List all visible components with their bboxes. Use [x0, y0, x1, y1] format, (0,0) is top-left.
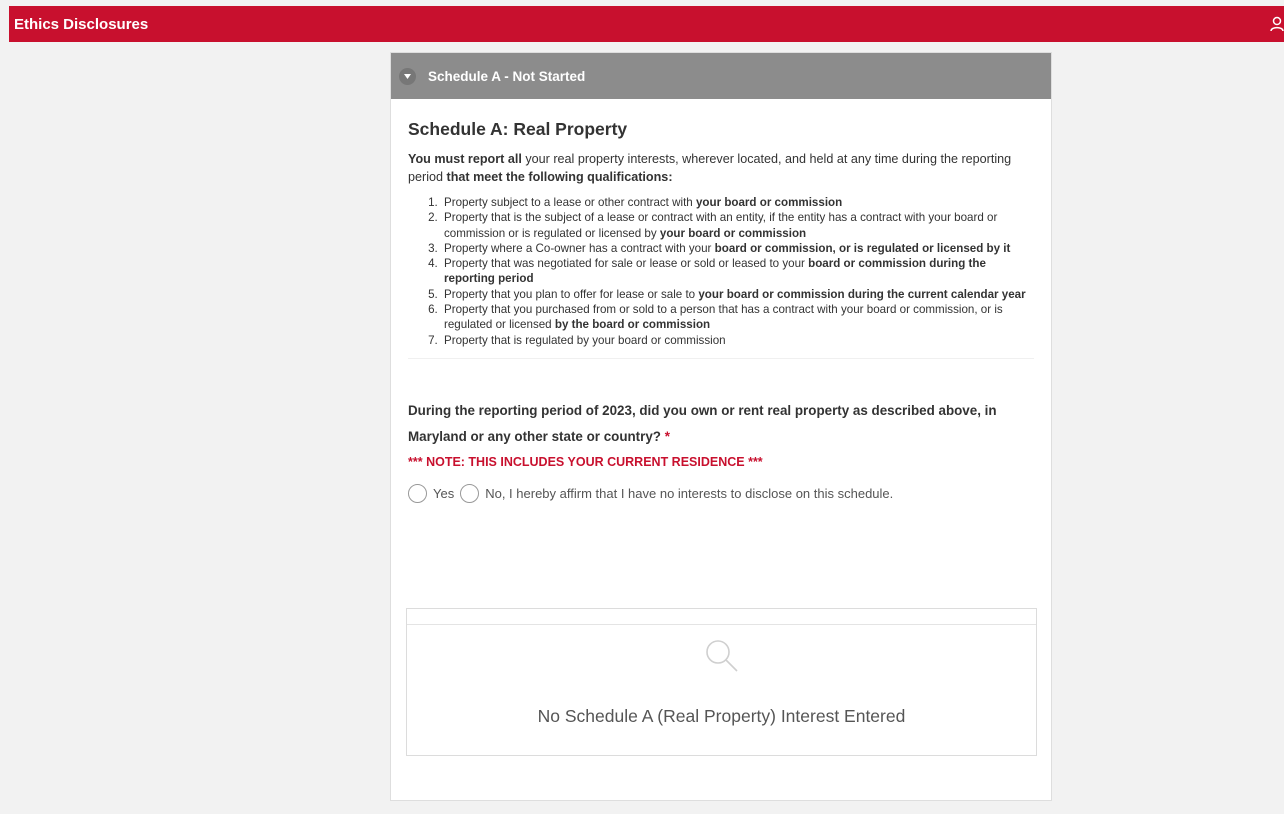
divider — [408, 357, 1034, 359]
qualification-text: Property subject to a lease or other con… — [444, 196, 696, 209]
qualification-item: Property that is regulated by your board… — [441, 333, 1034, 348]
qualification-text: Property that you purchased from or sold… — [444, 303, 1003, 332]
qualification-item: Property that you plan to offer for leas… — [441, 287, 1034, 302]
yes-radio[interactable] — [408, 483, 427, 503]
user-icon[interactable] — [1270, 16, 1284, 32]
top-bar: Ethics Disclosures — [9, 6, 1284, 42]
residence-note: *** NOTE: THIS INCLUDES YOUR CURRENT RES… — [408, 454, 763, 469]
qualification-item: Property subject to a lease or other con… — [441, 195, 1034, 210]
qualification-text: Property that you plan to offer for leas… — [444, 287, 699, 301]
intro-bold-tail: that meet the following qualifications: — [446, 170, 673, 184]
property-question: During the reporting period of 2023, did… — [408, 398, 1034, 450]
no-radio[interactable] — [460, 483, 480, 503]
qualification-text: Property that is regulated by your board… — [444, 333, 726, 347]
interests-empty-state: No Schedule A (Real Property) Interest E… — [406, 608, 1037, 756]
qualification-item: Property that was negotiated for sale or… — [441, 256, 1034, 287]
qualification-bold-text: your board or commission during the curr… — [698, 287, 1026, 301]
empty-state-strip — [407, 609, 1036, 625]
schedule-title: Schedule A: Real Property — [408, 119, 628, 139]
qualification-item: Property that is the subject of a lease … — [441, 210, 1034, 241]
qualification-text: Property that was negotiated for sale or… — [444, 257, 809, 271]
intro-bold-lead: You must report all — [408, 152, 522, 166]
chevron-down-icon[interactable] — [399, 67, 416, 85]
empty-state-message: No Schedule A (Real Property) Interest E… — [537, 706, 906, 726]
qualification-bold-text: your board or commission — [695, 196, 843, 209]
qualification-bold-text: by the board or commission — [554, 318, 711, 332]
qualification-bold-text: your board or commission — [659, 226, 807, 240]
qualifications-list: Property subject to a lease or other con… — [408, 195, 1034, 348]
qualification-bold-text: board or commission, or is regulated or … — [714, 241, 1011, 255]
yes-label[interactable]: Yes — [433, 486, 454, 501]
app-title: Ethics Disclosures — [14, 15, 149, 33]
section-header-toggle[interactable]: Schedule A - Not Started — [391, 53, 1051, 99]
no-label[interactable]: No, I hereby affirm that I have no inter… — [485, 486, 893, 501]
intro-paragraph: You must report all your real property i… — [408, 150, 1034, 186]
qualification-item: Property where a Co-owner has a contract… — [441, 241, 1034, 256]
section-content: Schedule A: Real Property You must repor… — [391, 119, 1051, 503]
required-mark: * — [660, 428, 670, 444]
qualification-item: Property that you purchased from or sold… — [441, 302, 1034, 333]
schedule-card: Schedule A - Not Started Schedule A: Rea… — [390, 52, 1052, 801]
question-text: During the reporting period of 2023, did… — [408, 402, 997, 444]
answer-radio-group: Yes No, I hereby affirm that I have no i… — [408, 483, 1034, 503]
section-header-label: Schedule A - Not Started — [428, 68, 586, 84]
qualification-text: Property where a Co-owner has a contract… — [444, 241, 715, 255]
search-icon — [704, 638, 740, 674]
